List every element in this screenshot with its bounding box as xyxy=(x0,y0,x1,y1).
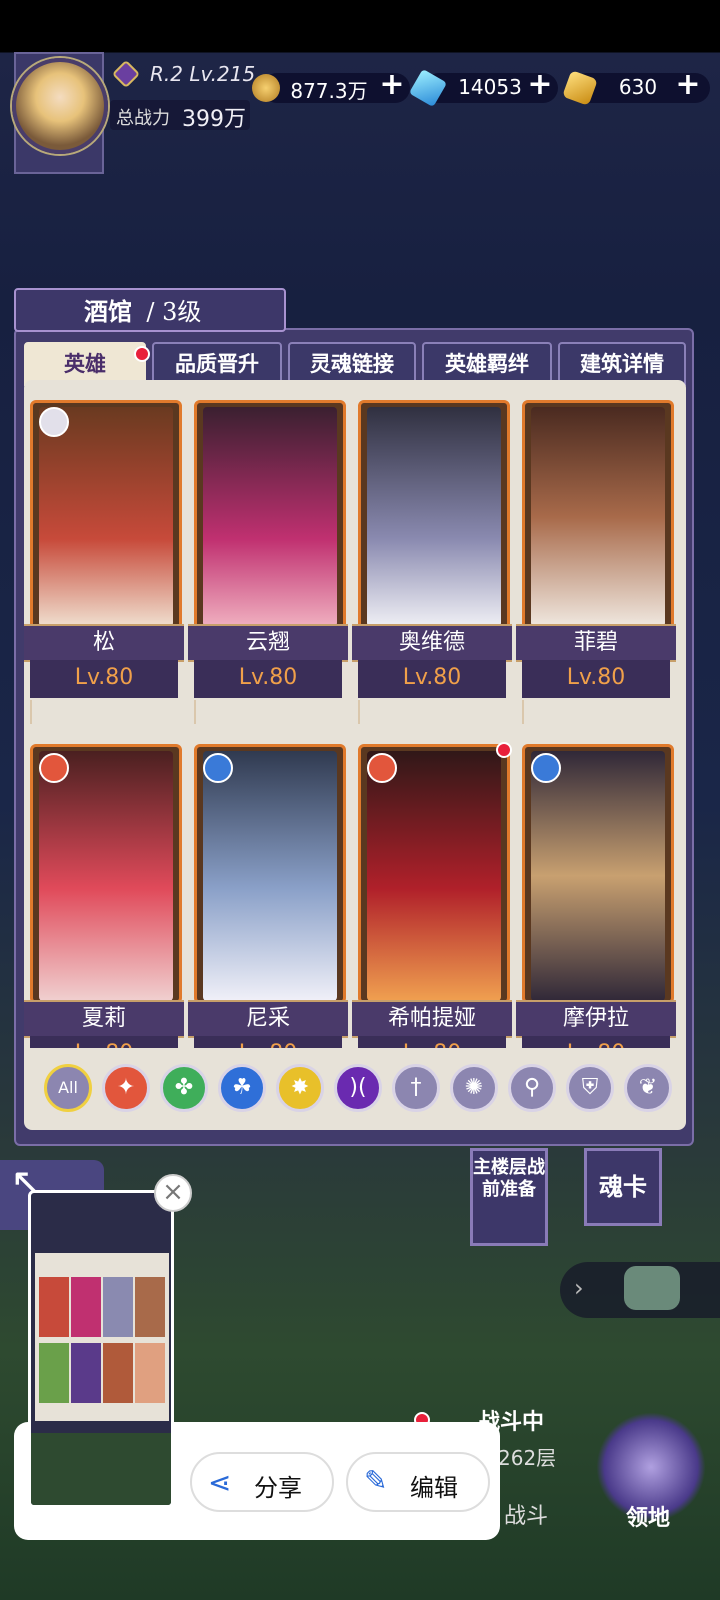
hero-card-hypatia[interactable] xyxy=(358,744,510,1004)
hero-card-moira[interactable] xyxy=(522,744,674,1004)
add-gem-button[interactable]: + xyxy=(674,68,702,102)
filter-all-button[interactable]: All xyxy=(44,1064,92,1112)
panel-title: 酒馆 / 3级 xyxy=(84,292,201,327)
hero-level: Lv.80 xyxy=(194,660,342,698)
hero-level: Lv.80 xyxy=(358,660,506,698)
diamond-value: 14053 xyxy=(458,75,522,99)
filter-all-label: All xyxy=(58,1078,78,1097)
gold-value: 877.3万 xyxy=(290,79,368,103)
edit-button[interactable]: ✎ 编辑 xyxy=(346,1452,490,1512)
row-ornament xyxy=(30,700,680,724)
chat-icon xyxy=(624,1266,680,1310)
hero-name: 摩伊拉 xyxy=(516,1000,676,1038)
player-avatar[interactable] xyxy=(12,58,108,154)
hero-card-yunqiao[interactable] xyxy=(194,400,346,630)
edit-label: 编辑 xyxy=(410,1474,458,1502)
fire-element-icon xyxy=(39,753,69,783)
water-element-icon[interactable]: ☘ xyxy=(218,1064,266,1112)
hero-portrait xyxy=(367,407,501,627)
hero-portrait xyxy=(39,751,173,1001)
water-element-icon xyxy=(203,753,233,783)
water-element-icon xyxy=(531,753,561,783)
thumbnail-card xyxy=(71,1277,101,1337)
soul-card-button[interactable]: 魂卡 xyxy=(584,1148,662,1226)
sword-class-icon[interactable]: † xyxy=(392,1064,440,1112)
dark-element-icon[interactable]: )( xyxy=(334,1064,382,1112)
hero-level: Lv.80 xyxy=(30,1036,178,1048)
thumbnail-card xyxy=(39,1277,69,1337)
shuriken-class-icon[interactable]: ✺ xyxy=(450,1064,498,1112)
main-floor-prep-button[interactable]: 主楼层战前准备 xyxy=(470,1148,548,1246)
notification-dot xyxy=(496,742,512,758)
panel-level: / 3级 xyxy=(146,298,202,326)
hero-name: 云翘 xyxy=(188,624,348,662)
hero-level: Lv.80 xyxy=(522,660,670,698)
gold-coin-icon xyxy=(252,74,280,102)
element-icon xyxy=(39,407,69,437)
chat-bar[interactable]: › xyxy=(560,1262,720,1318)
add-gold-button[interactable]: + xyxy=(378,68,406,102)
thumbnail-card xyxy=(103,1343,133,1403)
hero-card-nietzsche[interactable] xyxy=(194,744,346,1004)
thumbnail-card xyxy=(135,1277,165,1337)
staff-class-icon[interactable]: ⚲ xyxy=(508,1064,556,1112)
hero-name: 菲碧 xyxy=(516,624,676,662)
hero-name: 尼采 xyxy=(188,1000,348,1038)
pencil-icon: ✎ xyxy=(364,1464,388,1497)
fire-element-icon xyxy=(367,753,397,783)
hero-card-song[interactable] xyxy=(30,400,182,630)
hero-portrait xyxy=(203,751,337,1001)
battle-partial-label[interactable]: 战斗 xyxy=(504,1498,548,1530)
close-icon[interactable]: × xyxy=(154,1174,192,1212)
panel-title-text: 酒馆 xyxy=(84,297,132,326)
hero-level: Lv.80 xyxy=(522,1036,670,1048)
thumbnail-card xyxy=(103,1277,133,1337)
hero-portrait xyxy=(203,407,337,627)
territory-label[interactable]: 领地 xyxy=(626,1500,670,1532)
hero-card-xiali[interactable] xyxy=(30,744,182,1004)
light-element-icon[interactable]: ✸ xyxy=(276,1064,324,1112)
thumbnail-bottom xyxy=(31,1433,171,1505)
screenshot-thumbnail[interactable] xyxy=(28,1190,174,1508)
player-rank: R.2 Lv.215 xyxy=(150,62,256,86)
hero-portrait xyxy=(39,407,173,627)
hero-name: 夏莉 xyxy=(24,1000,184,1038)
chevron-right-icon: › xyxy=(574,1274,584,1302)
shield-class-icon[interactable]: ⛨ xyxy=(566,1064,614,1112)
share-label: 分享 xyxy=(254,1474,302,1502)
add-diamond-button[interactable]: + xyxy=(526,68,554,102)
wind-element-icon[interactable]: ✤ xyxy=(160,1064,208,1112)
hero-name: 希帕提娅 xyxy=(352,1000,512,1038)
hero-level: Lv.80 xyxy=(30,660,178,698)
power-label: 总战力 xyxy=(116,108,170,129)
thumbnail-card xyxy=(39,1343,69,1403)
fire-element-icon[interactable]: ✦ xyxy=(102,1064,150,1112)
share-icon: ⋖ xyxy=(208,1466,232,1499)
hero-portrait xyxy=(531,751,665,1001)
hero-card-feibi[interactable] xyxy=(522,400,674,630)
hero-card-ovid[interactable] xyxy=(358,400,510,630)
hero-portrait xyxy=(531,407,665,627)
wings-class-icon[interactable]: ❦ xyxy=(624,1064,672,1112)
hero-name: 松 xyxy=(24,624,184,662)
notification-dot xyxy=(134,346,150,362)
thumbnail-card xyxy=(135,1343,165,1403)
power-value: 399万 xyxy=(182,107,246,132)
hero-level: Lv.80 xyxy=(194,1036,342,1048)
hero-name: 奥维德 xyxy=(352,624,512,662)
gem-value: 630 xyxy=(618,75,658,99)
rank-icon xyxy=(111,59,141,89)
share-button[interactable]: ⋖ 分享 xyxy=(190,1452,334,1512)
thumbnail-card xyxy=(71,1343,101,1403)
hero-portrait xyxy=(367,751,501,1001)
hero-level: Lv.80 xyxy=(358,1036,506,1048)
